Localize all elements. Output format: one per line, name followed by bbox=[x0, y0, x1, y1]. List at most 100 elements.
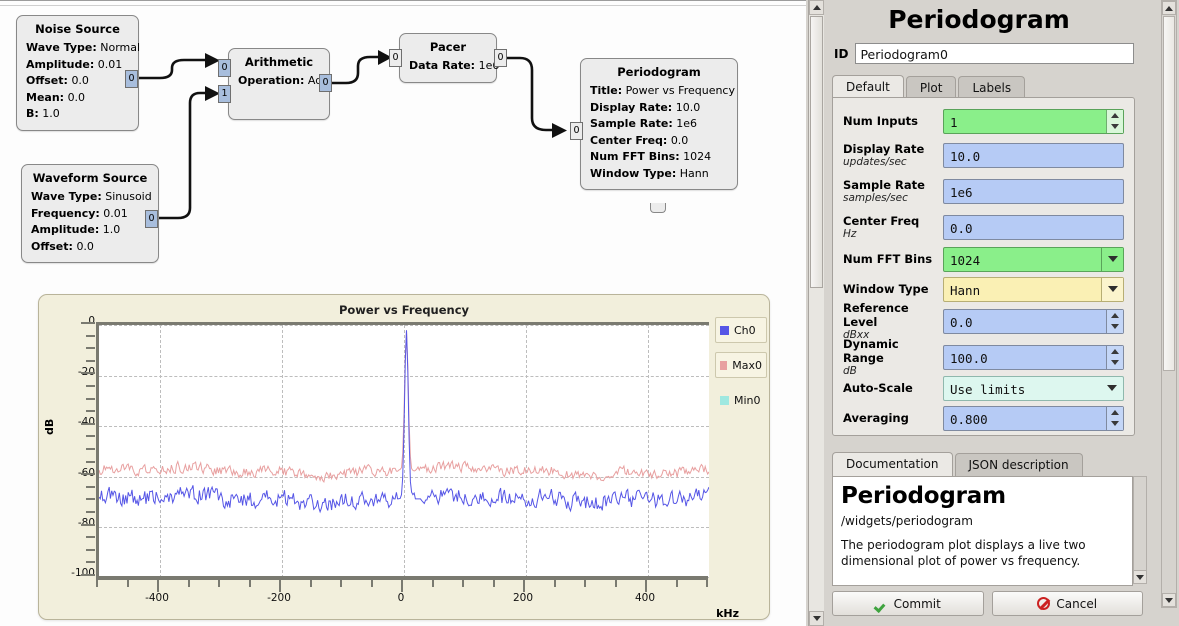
block-title: Periodogram bbox=[590, 65, 728, 79]
chart-x-tickmark bbox=[584, 580, 586, 587]
block-periodogram[interactable]: Periodogram Title: Power vs Frequency Di… bbox=[580, 58, 738, 190]
sample-rate-input[interactable]: 1e6 bbox=[943, 179, 1124, 204]
doc-paragraph: The periodogram plot displays a live two… bbox=[841, 537, 1124, 569]
port-waveform-source-out-0[interactable]: 0 bbox=[145, 210, 158, 228]
tab-default[interactable]: Default bbox=[832, 75, 904, 99]
chart-x-tick: -400 bbox=[127, 592, 187, 604]
chart-y-tickmark bbox=[86, 511, 95, 513]
chart-y-tickmark bbox=[86, 435, 95, 437]
port-periodogram-in-0[interactable]: 0 bbox=[570, 122, 583, 140]
port-arithmetic-in-1[interactable]: 1 bbox=[218, 85, 231, 103]
scroll-down-arrow[interactable] bbox=[1162, 593, 1176, 607]
tab-plot[interactable]: Plot bbox=[906, 76, 957, 99]
port-noise-source-out-0[interactable]: 0 bbox=[125, 70, 138, 88]
block-pacer[interactable]: Pacer Data Rate: 1e6 bbox=[399, 33, 497, 83]
port-arithmetic-out-0[interactable]: 0 bbox=[319, 74, 332, 92]
block-field: B: 1.0 bbox=[26, 106, 129, 123]
port-pacer-out-0[interactable]: 0 bbox=[494, 49, 507, 67]
chevron-down-icon[interactable] bbox=[1101, 248, 1123, 271]
documentation-scrollbar[interactable] bbox=[1133, 476, 1147, 584]
id-input[interactable]: Periodogram0 bbox=[855, 43, 1134, 64]
chart-x-tickmark bbox=[188, 580, 190, 587]
tab-documentation[interactable]: Documentation bbox=[832, 452, 953, 476]
canvas-top-border bbox=[0, 0, 806, 6]
chevron-down-icon[interactable] bbox=[1101, 377, 1123, 400]
legend-swatch bbox=[720, 326, 729, 335]
chart-y-tickmark bbox=[81, 574, 95, 576]
block-resize-nub[interactable] bbox=[650, 203, 666, 213]
properties-panel: Periodogram ID Periodogram0 Default Plot… bbox=[824, 0, 1179, 626]
num-fft-bins-select[interactable]: 1024 bbox=[943, 247, 1124, 272]
chart-y-tickmark bbox=[86, 486, 95, 488]
port-arithmetic-in-0[interactable]: 0 bbox=[218, 59, 231, 77]
chart-x-tickmark bbox=[706, 580, 708, 587]
chart-x-tickmark bbox=[432, 580, 434, 587]
scrollbar-thumb[interactable] bbox=[810, 16, 823, 288]
chart-x-tickmark bbox=[371, 580, 373, 587]
chart-x-tick: 400 bbox=[615, 592, 675, 604]
documentation-content[interactable]: Periodogram /widgets/periodogram The per… bbox=[832, 476, 1133, 586]
chevron-down-icon[interactable] bbox=[1101, 278, 1123, 301]
property-label: Reference Level dBxx bbox=[833, 301, 943, 342]
cancel-button[interactable]: Cancel bbox=[992, 591, 1144, 616]
dynamic-range-input[interactable]: 100.0 bbox=[943, 345, 1124, 370]
property-row-num-fft-bins: Num FFT Bins 1024 bbox=[833, 246, 1134, 272]
legend-item-max0[interactable]: Max0 bbox=[715, 352, 767, 378]
block-title: Waveform Source bbox=[31, 171, 149, 185]
chart-title: Power vs Frequency bbox=[39, 303, 769, 317]
scrollbar-thumb[interactable] bbox=[1163, 16, 1175, 371]
averaging-spinner[interactable] bbox=[1106, 407, 1123, 430]
property-label: Center Freq Hz bbox=[833, 214, 943, 241]
block-field: Wave Type: Normal bbox=[26, 40, 129, 57]
chart-x-tickmark bbox=[493, 580, 495, 587]
property-row-dynamic-range: Dynamic Range dB 100.0 bbox=[833, 342, 1134, 372]
dynamic-range-spinner[interactable] bbox=[1106, 346, 1123, 369]
averaging-input[interactable]: 0.800 bbox=[943, 406, 1124, 431]
chart-y-tickmark bbox=[86, 448, 95, 450]
port-pacer-in-0[interactable]: 0 bbox=[389, 49, 402, 67]
id-row: ID Periodogram0 bbox=[834, 43, 1134, 64]
reference-level-spinner[interactable] bbox=[1106, 310, 1123, 333]
chart-x-tickmark bbox=[554, 580, 556, 587]
window-type-select[interactable]: Hann bbox=[943, 277, 1124, 302]
center-freq-input[interactable]: 0.0 bbox=[943, 215, 1124, 240]
scroll-up-arrow[interactable] bbox=[1162, 1, 1176, 15]
tab-labels[interactable]: Labels bbox=[958, 76, 1025, 99]
chart-y-tickmark bbox=[81, 423, 95, 425]
panel-tabbar[interactable]: Default Plot Labels bbox=[832, 75, 1025, 99]
scroll-down-arrow[interactable] bbox=[1134, 570, 1146, 583]
legend-item-ch0[interactable]: Ch0 bbox=[715, 317, 767, 343]
block-waveform-source[interactable]: Waveform Source Wave Type: Sinusoid Freq… bbox=[21, 164, 159, 263]
chart-x-tickmark bbox=[127, 580, 129, 587]
auto-scale-select[interactable]: Use limits bbox=[943, 376, 1124, 401]
block-title: Noise Source bbox=[26, 22, 129, 36]
chart-y-tick: 0 bbox=[55, 315, 95, 327]
display-rate-input[interactable]: 10.0 bbox=[943, 143, 1124, 168]
property-label: Num Inputs bbox=[833, 114, 943, 128]
chart-y-tickmark bbox=[81, 473, 95, 475]
block-noise-source[interactable]: Noise Source Wave Type: Normal Amplitude… bbox=[16, 15, 139, 131]
tab-json-description[interactable]: JSON description bbox=[955, 453, 1083, 476]
legend-item-min0[interactable]: Min0 bbox=[715, 387, 767, 413]
num-inputs-input[interactable]: 1 bbox=[943, 109, 1124, 134]
num-inputs-spinner[interactable] bbox=[1106, 110, 1123, 133]
scroll-up-arrow[interactable] bbox=[809, 0, 824, 15]
commit-button[interactable]: Commit bbox=[832, 591, 984, 616]
periodogram-chart[interactable]: Power vs Frequency dB bbox=[38, 294, 770, 620]
scroll-down-arrow[interactable] bbox=[809, 611, 824, 626]
chart-legend[interactable]: Ch0 Max0 Min0 bbox=[715, 317, 767, 422]
canvas-vertical-scrollbar[interactable] bbox=[808, 0, 825, 626]
block-field: Center Freq: 0.0 bbox=[590, 133, 728, 150]
block-arithmetic[interactable]: Arithmetic Operation: Add bbox=[228, 48, 330, 120]
chart-plot-area[interactable] bbox=[96, 322, 709, 578]
panel-title: Periodogram bbox=[824, 5, 1134, 34]
property-label: Averaging bbox=[833, 411, 943, 425]
panel-vertical-scrollbar[interactable] bbox=[1161, 0, 1177, 608]
reference-level-input[interactable]: 0.0 bbox=[943, 309, 1124, 334]
block-field: Offset: 0.0 bbox=[26, 73, 129, 90]
property-row-sample-rate: Sample Rate samples/sec 1e6 bbox=[833, 176, 1134, 206]
legend-label: Min0 bbox=[734, 394, 761, 407]
doc-tabbar[interactable]: Documentation JSON description bbox=[832, 452, 1083, 476]
block-title: Pacer bbox=[409, 40, 487, 54]
flowgraph-canvas[interactable]: Noise Source Wave Type: Normal Amplitude… bbox=[0, 0, 806, 626]
